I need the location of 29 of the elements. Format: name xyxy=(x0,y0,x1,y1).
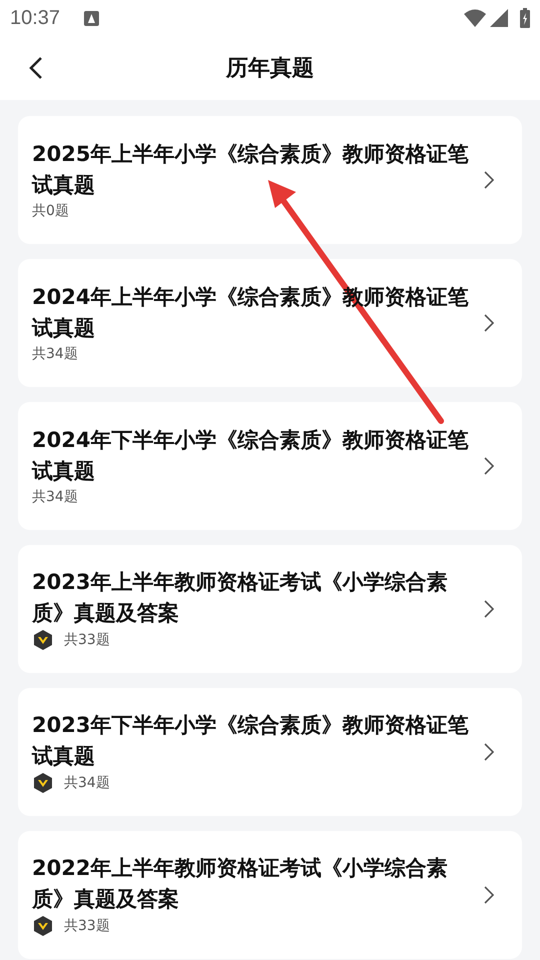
exam-card[interactable]: 2022年上半年教师资格证考试《小学综合素质》真题及答案 共33题 xyxy=(18,831,522,959)
exam-card[interactable]: 2023年上半年教师资格证考试《小学综合素质》真题及答案 共33题 xyxy=(18,545,522,673)
question-count: 共33题 xyxy=(64,916,110,936)
chevron-right-icon xyxy=(484,600,494,618)
exam-title: 2024年下半年小学《综合素质》教师资格证笔试真题 xyxy=(32,426,470,484)
exam-card[interactable]: 2023年下半年小学《综合素质》教师资格证笔试真题 共34题 xyxy=(18,688,522,816)
chevron-right-icon xyxy=(484,314,494,332)
chevron-right-icon xyxy=(484,743,494,761)
chevron-left-icon xyxy=(29,56,43,80)
exam-title: 2023年下半年小学《综合素质》教师资格证笔试真题 xyxy=(32,712,470,770)
question-count: 共33题 xyxy=(64,630,110,650)
exam-card[interactable]: 2024年下半年小学《综合素质》教师资格证笔试真题 共34题 xyxy=(18,402,522,530)
chevron-right-icon xyxy=(484,886,494,904)
notification-icon xyxy=(84,10,100,26)
question-count: 共34题 xyxy=(32,344,78,364)
exam-title: 2023年上半年教师资格证考试《小学综合素质》真题及答案 xyxy=(32,569,448,627)
status-time: 10:37 xyxy=(10,6,60,31)
chevron-right-icon xyxy=(484,171,494,189)
battery-icon xyxy=(520,8,530,28)
page-title: 历年真题 xyxy=(226,54,314,82)
question-count: 共34题 xyxy=(64,774,110,792)
question-count: 共34题 xyxy=(32,488,78,506)
exam-card[interactable]: 2025年上半年小学《综合素质》教师资格证笔试真题 共0题 xyxy=(18,116,522,244)
wifi-icon xyxy=(464,9,486,27)
chevron-right-icon xyxy=(484,457,494,475)
exam-title: 2022年上半年教师资格证考试《小学综合素质》真题及答案 xyxy=(32,855,448,913)
exam-title: 2025年上半年小学《综合素质》教师资格证笔试真题 xyxy=(32,140,470,198)
question-count: 共0题 xyxy=(32,202,69,220)
signal-icon xyxy=(490,9,508,27)
